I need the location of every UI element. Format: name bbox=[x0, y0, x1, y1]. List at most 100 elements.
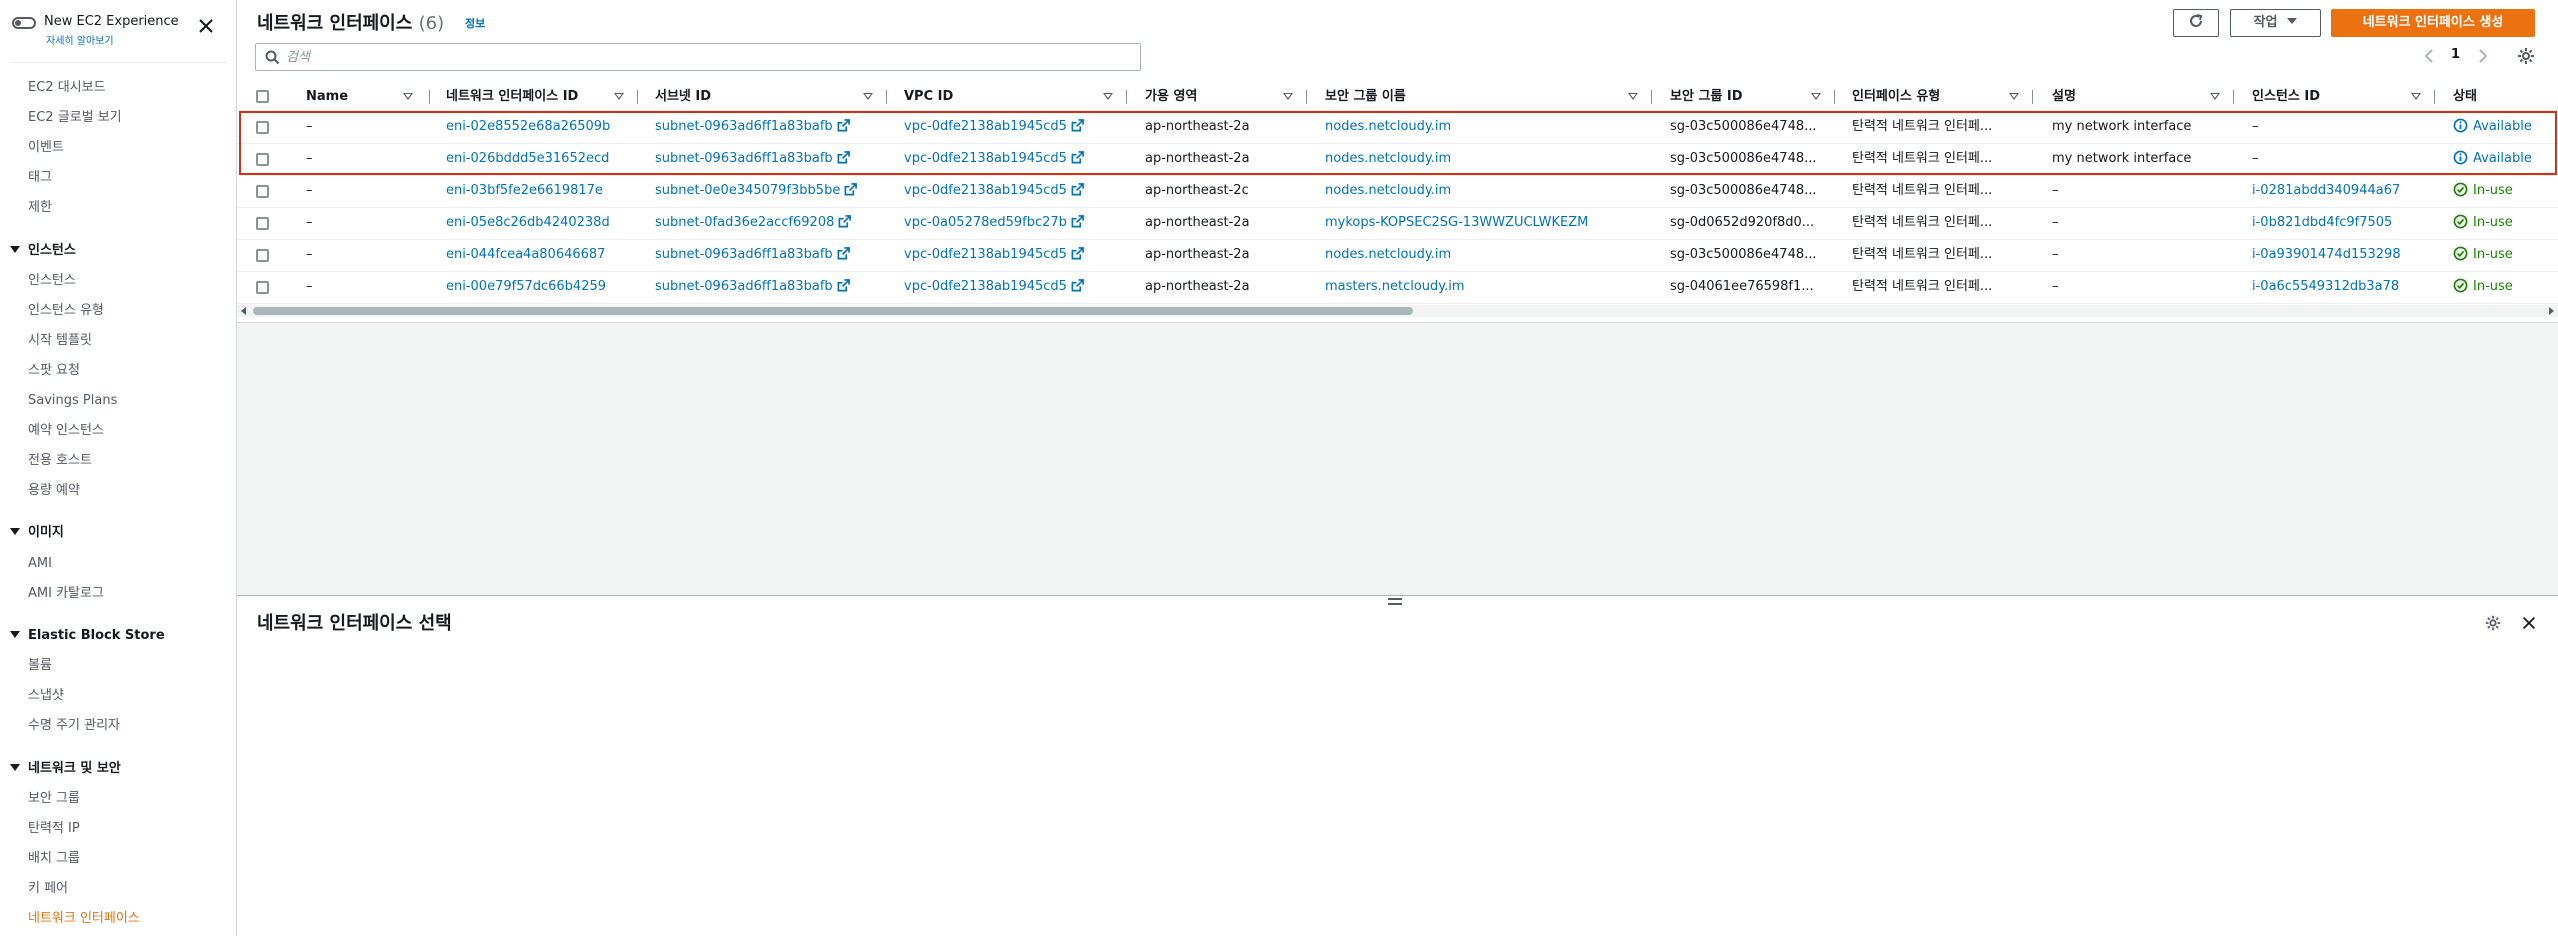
column-header-vpc-id[interactable]: VPC ID bbox=[904, 84, 953, 110]
sidebar-item-instances[interactable]: 인스턴스 bbox=[28, 272, 76, 290]
close-icon[interactable] bbox=[196, 16, 216, 36]
sort-icon[interactable] bbox=[2009, 93, 2019, 100]
sort-icon[interactable] bbox=[403, 93, 413, 100]
column-resizer[interactable] bbox=[1126, 90, 1127, 104]
scrollbar-thumb[interactable] bbox=[253, 307, 1413, 315]
column-header-status[interactable]: 상태 bbox=[2453, 84, 2477, 110]
subnet-id-link[interactable]: subnet-0fad36e2accf69208 bbox=[655, 215, 834, 230]
gear-icon[interactable] bbox=[2516, 46, 2536, 66]
sort-icon[interactable] bbox=[1103, 93, 1113, 100]
column-header-subnet-id[interactable]: 서브넷 ID bbox=[655, 84, 711, 110]
row-checkbox[interactable] bbox=[256, 249, 269, 262]
page-number[interactable]: 1 bbox=[2451, 47, 2460, 62]
column-header-sg-name[interactable]: 보안 그룹 이름 bbox=[1325, 84, 1406, 110]
sidebar-section-images[interactable]: 이미지 bbox=[10, 524, 64, 542]
column-header-interface-type[interactable]: 인터페이스 유형 bbox=[1852, 84, 1940, 110]
scroll-right-arrow-icon[interactable] bbox=[2549, 307, 2554, 315]
sidebar-item-snapshots[interactable]: 스냅샷 bbox=[28, 687, 64, 705]
column-header-availability-zone[interactable]: 가용 영역 bbox=[1145, 84, 1197, 110]
sort-icon[interactable] bbox=[1628, 93, 1638, 100]
external-link-icon[interactable] bbox=[837, 151, 850, 164]
info-link[interactable]: 정보 bbox=[465, 15, 485, 31]
table-row[interactable]: – eni-05e8c26db4240238d subnet-0fad36e2acc… bbox=[237, 207, 2558, 240]
column-resizer[interactable] bbox=[1306, 90, 1307, 104]
sidebar-item-key-pairs[interactable]: 키 페어 bbox=[28, 880, 68, 898]
chevron-right-icon[interactable] bbox=[2477, 46, 2489, 66]
subnet-id-link[interactable]: subnet-0963ad6ff1a83bafb bbox=[655, 151, 833, 166]
column-resizer[interactable] bbox=[886, 90, 887, 104]
column-resizer[interactable] bbox=[1651, 90, 1652, 104]
sidebar-item-network-interfaces[interactable]: 네트워크 인터페이스 bbox=[28, 910, 140, 928]
sidebar-item-elastic-ips[interactable]: 탄력적 IP bbox=[28, 820, 80, 838]
sidebar-section-instances[interactable]: 인스턴스 bbox=[10, 242, 76, 260]
table-row[interactable]: – eni-03bf5fe2e6619817e subnet-0e0e345079f… bbox=[237, 175, 2558, 208]
sort-icon[interactable] bbox=[614, 93, 624, 100]
sort-icon[interactable] bbox=[2411, 93, 2421, 100]
vpc-id-link[interactable]: vpc-0dfe2138ab1945cd5 bbox=[904, 279, 1067, 294]
external-link-icon[interactable] bbox=[844, 183, 858, 196]
table-row[interactable]: – eni-026bddd5e31652ecd subnet-0963ad6ff1a… bbox=[237, 143, 2558, 176]
subnet-id-link[interactable]: subnet-0963ad6ff1a83bafb bbox=[655, 119, 833, 134]
refresh-button[interactable] bbox=[2173, 9, 2219, 37]
column-resizer[interactable] bbox=[2434, 90, 2435, 104]
row-checkbox[interactable] bbox=[256, 153, 269, 166]
cell-eni-id-link[interactable]: eni-044fcea4a80646687 bbox=[446, 239, 634, 271]
external-link-icon[interactable] bbox=[1071, 119, 1084, 132]
sidebar-item-placement-groups[interactable]: 배치 그룹 bbox=[28, 850, 80, 868]
sidebar-item-limits[interactable]: 제한 bbox=[28, 199, 52, 217]
external-link-icon[interactable] bbox=[837, 247, 850, 260]
column-header-description[interactable]: 설명 bbox=[2052, 84, 2076, 110]
sidebar-item-capacity-reservations[interactable]: 용량 예약 bbox=[28, 482, 80, 500]
close-icon[interactable] bbox=[2520, 614, 2538, 632]
table-row[interactable]: – eni-044fcea4a80646687 subnet-0963ad6ff1a… bbox=[237, 239, 2558, 272]
external-link-icon[interactable] bbox=[1071, 151, 1084, 164]
sidebar-item-launch-templates[interactable]: 시작 템플릿 bbox=[28, 332, 92, 350]
vpc-id-link[interactable]: vpc-0dfe2138ab1945cd5 bbox=[904, 151, 1067, 166]
sidebar-item-reserved-instances[interactable]: 예약 인스턴스 bbox=[28, 422, 104, 440]
cell-instance-id[interactable]: i-0a93901474d153298 bbox=[2252, 239, 2432, 271]
column-resizer[interactable] bbox=[637, 90, 638, 104]
search-field[interactable] bbox=[255, 43, 1141, 71]
column-resizer[interactable] bbox=[2233, 90, 2234, 104]
sidebar-item-ami-catalog[interactable]: AMI 카탈로그 bbox=[28, 585, 104, 603]
cell-sg-name-link[interactable]: nodes.netcloudy.im bbox=[1325, 239, 1650, 271]
external-link-icon[interactable] bbox=[1071, 247, 1084, 260]
create-network-interface-button[interactable]: 네트워크 인터페이스 생성 bbox=[2331, 9, 2535, 37]
external-link-icon[interactable] bbox=[837, 279, 850, 292]
cell-sg-name-link[interactable]: nodes.netcloudy.im bbox=[1325, 143, 1650, 175]
new-experience-toggle[interactable] bbox=[12, 17, 36, 29]
sidebar-item-tags[interactable]: 태그 bbox=[28, 169, 52, 187]
external-link-icon[interactable] bbox=[1071, 215, 1084, 228]
cell-eni-id-link[interactable]: eni-026bddd5e31652ecd bbox=[446, 143, 634, 175]
table-row[interactable]: – eni-00e79f57dc66b4259 subnet-0963ad6ff1a… bbox=[237, 271, 2558, 304]
sidebar-section-network-security[interactable]: 네트워크 및 보안 bbox=[10, 760, 121, 778]
column-resizer[interactable] bbox=[1834, 90, 1835, 104]
sidebar-item-lifecycle-manager[interactable]: 수명 주기 관리자 bbox=[28, 717, 120, 735]
sidebar-item-ec2-global-view[interactable]: EC2 글로벌 보기 bbox=[28, 109, 122, 127]
select-all-checkbox[interactable] bbox=[256, 90, 269, 103]
subnet-id-link[interactable]: subnet-0963ad6ff1a83bafb bbox=[655, 247, 833, 262]
table-row[interactable]: – eni-02e8552e68a26509b subnet-0963ad6ff1a… bbox=[237, 111, 2558, 144]
search-input[interactable] bbox=[286, 47, 1126, 67]
cell-eni-id-link[interactable]: eni-03bf5fe2e6619817e bbox=[446, 175, 634, 207]
cell-sg-name-link[interactable]: nodes.netcloudy.im bbox=[1325, 175, 1650, 207]
cell-sg-name-link[interactable]: masters.netcloudy.im bbox=[1325, 271, 1650, 303]
column-header-instance-id[interactable]: 인스턴스 ID bbox=[2252, 84, 2320, 110]
column-resizer[interactable] bbox=[2032, 90, 2033, 104]
vpc-id-link[interactable]: vpc-0dfe2138ab1945cd5 bbox=[904, 247, 1067, 262]
sidebar-section-ebs[interactable]: Elastic Block Store bbox=[10, 627, 165, 645]
sort-icon[interactable] bbox=[1283, 93, 1293, 100]
external-link-icon[interactable] bbox=[1071, 183, 1084, 196]
horizontal-scrollbar[interactable] bbox=[237, 305, 2558, 317]
sort-icon[interactable] bbox=[2210, 93, 2220, 100]
row-checkbox[interactable] bbox=[256, 217, 269, 230]
external-link-icon[interactable] bbox=[838, 215, 852, 228]
row-checkbox[interactable] bbox=[256, 121, 269, 134]
cell-instance-id[interactable]: i-0a6c5549312db3a78 bbox=[2252, 271, 2432, 303]
sort-icon[interactable] bbox=[1811, 93, 1821, 100]
sidebar-item-security-groups[interactable]: 보안 그룹 bbox=[28, 790, 80, 808]
vpc-id-link[interactable]: vpc-0dfe2138ab1945cd5 bbox=[904, 183, 1067, 198]
row-checkbox[interactable] bbox=[256, 281, 269, 294]
vpc-id-link[interactable]: vpc-0dfe2138ab1945cd5 bbox=[904, 119, 1067, 134]
drag-handle-icon[interactable] bbox=[1388, 598, 1402, 608]
